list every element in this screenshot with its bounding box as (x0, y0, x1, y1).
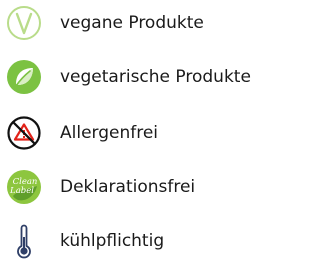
legend-item-vegan: vegane Produkte (0, 1, 281, 45)
product-legend: vegane Produkte vegetarische Produkte Al… (0, 0, 281, 267)
legend-item-refrigerated: kühlpflichtig (0, 219, 281, 263)
vegan-v-icon (6, 5, 42, 41)
clean-label-icon: Clean Label (6, 169, 42, 205)
legend-label: vegetarische Produkte (60, 67, 251, 87)
legend-label: kühlpflichtig (60, 231, 165, 251)
legend-label: Allergenfrei (60, 123, 159, 143)
legend-label: vegane Produkte (60, 13, 204, 33)
leaf-icon (6, 59, 42, 95)
allergen-free-icon (6, 115, 42, 151)
thermometer-icon (6, 223, 42, 259)
legend-item-allergen-free: Allergenfrei (0, 111, 281, 155)
legend-item-declaration-free: Clean Label Deklarationsfrei (0, 165, 281, 209)
svg-text:Label: Label (9, 186, 34, 196)
legend-label: Deklarationsfrei (60, 177, 196, 197)
legend-item-vegetarian: vegetarische Produkte (0, 55, 281, 99)
